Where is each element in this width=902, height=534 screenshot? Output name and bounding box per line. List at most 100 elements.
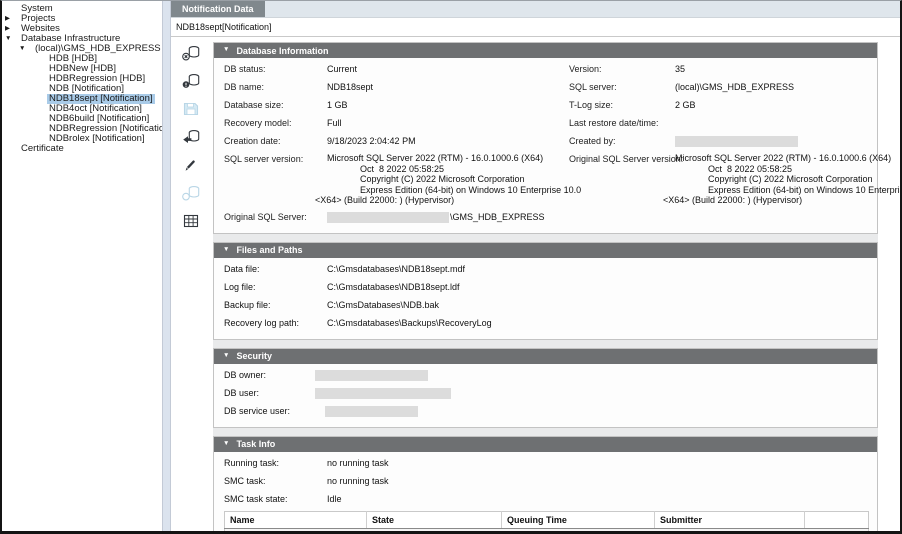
value-line: Oct 8 2022 05:58:25: [708, 164, 900, 175]
column-header-queuing-time[interactable]: Queuing Time: [502, 511, 655, 528]
restore-database-button[interactable]: [180, 129, 202, 149]
redacted-value: [325, 406, 418, 417]
info-row: Recovery model:FullLast restore date/tim…: [224, 117, 869, 130]
redacted-value: [675, 136, 798, 147]
collapse-arrow-icon[interactable]: ▼: [223, 47, 229, 54]
original-sql-server-label: Original SQL Server:: [224, 211, 327, 224]
creation-date-label: Creation date:: [224, 135, 327, 148]
db-owner-label: DB owner:: [224, 369, 315, 382]
info-row: Database size:1 GBT-Log size:2 GB: [224, 99, 869, 112]
collapse-arrow-icon[interactable]: ▼: [19, 44, 33, 54]
table-view-button[interactable]: [180, 213, 202, 233]
value-text: Full: [327, 118, 342, 128]
db-service-user-label: DB service user:: [224, 405, 315, 418]
sql-server-version-multiline-value: Microsoft SQL Server 2022 (RTM) - 16.0.1…: [327, 153, 569, 206]
value-line: Copyright (C) 2022 Microsoft Corporation: [708, 174, 900, 185]
smc-task-state-value: Idle: [327, 493, 869, 506]
database-size-value: 1 GB: [327, 99, 569, 112]
section-title: Security: [236, 351, 272, 361]
save-button: [180, 101, 202, 121]
section-title: Files and Paths: [236, 245, 302, 255]
section-task-info: ▼ Task Info Running task:no running task…: [213, 436, 878, 532]
task-table-row[interactable]: BackupSUCCESSFUL10/3/2023 12:13:17 PMNDB…: [225, 528, 869, 531]
save-icon: [181, 99, 201, 124]
section-header-database-information[interactable]: ▼ Database Information: [214, 43, 877, 58]
value-text: \GMS_HDB_EXPRESS: [450, 212, 545, 222]
security-row: DB owner:: [224, 369, 869, 382]
value-line: Copyright (C) 2022 Microsoft Corporation: [360, 174, 569, 185]
task-table: NameStateQueuing TimeSubmitterBackupSUCC…: [224, 511, 869, 532]
edit-button[interactable]: [180, 157, 202, 177]
db-user-label: DB user:: [224, 387, 315, 400]
log-file-value: C:\Gmsdatabases\NDB18sept.ldf: [327, 281, 869, 294]
task-table-cell: [805, 528, 869, 531]
column-header-submitter[interactable]: Submitter: [655, 511, 805, 528]
file-row: Data file:C:\Gmsdatabases\NDB18sept.mdf: [224, 263, 869, 276]
db-owner-value: [315, 369, 869, 382]
smc-task-value: no running task: [327, 475, 869, 488]
value-text: C:\Gmsdatabases\Backups\RecoveryLog: [327, 318, 492, 328]
detach-database-button: [180, 185, 202, 205]
value-text: C:\GmsDatabases\NDB.bak: [327, 300, 439, 310]
last-restore-date-time-label: Last restore date/time:: [569, 117, 675, 130]
collapse-arrow-icon[interactable]: ▼: [223, 247, 229, 254]
last-restore-date-time-value: [675, 117, 869, 130]
created-by-label: Created by:: [569, 135, 675, 148]
redacted-value: [327, 212, 449, 223]
tree-item-certificate[interactable]: Certificate: [2, 144, 162, 154]
task-field-row: SMC task state:Idle: [224, 493, 869, 506]
task-table-cell: 10/3/2023 12:13:17 PM: [502, 528, 655, 531]
value-text: C:\Gmsdatabases\NDB18sept.ldf: [327, 282, 460, 292]
disconnect-database-icon: [181, 43, 201, 68]
t-log-size-value: 2 GB: [675, 99, 869, 112]
recovery-model-value: Full: [327, 117, 569, 130]
section-header-security[interactable]: ▼ Security: [214, 349, 877, 364]
collapse-arrow-icon[interactable]: ▼: [223, 353, 229, 360]
disconnect-database-button[interactable]: [180, 45, 202, 65]
smc-task-label: SMC task:: [224, 475, 327, 488]
column-header-empty[interactable]: [805, 511, 869, 528]
value-line: <X64> (Build 22000: ) (Hypervisor): [663, 195, 900, 206]
info-row: Creation date:9/18/2023 2:04:42 PMCreate…: [224, 135, 869, 148]
info-row: DB name:NDB18septSQL server:(local)\GMS_…: [224, 81, 869, 94]
task-field-row: SMC task:no running task: [224, 475, 869, 488]
db-service-user-value: [315, 405, 869, 418]
value-line: Microsoft SQL Server 2022 (RTM) - 16.0.1…: [675, 153, 900, 164]
database-size-label: Database size:: [224, 99, 327, 112]
section-header-files-and-paths[interactable]: ▼ Files and Paths: [214, 243, 877, 258]
backup-file-label: Backup file:: [224, 299, 327, 312]
value-text: 35: [675, 64, 685, 74]
collapse-arrow-icon[interactable]: ▼: [223, 441, 229, 448]
main-panel: Notification Data NDB18sept[Notification…: [171, 1, 900, 531]
value-text: NDB18sept: [327, 82, 373, 92]
expand-arrow-icon[interactable]: ▶: [5, 14, 19, 24]
file-row: Log file:C:\Gmsdatabases\NDB18sept.ldf: [224, 281, 869, 294]
edit-icon: [181, 155, 201, 180]
expand-arrow-icon[interactable]: ▶: [5, 24, 19, 34]
recovery-log-path-value: C:\Gmsdatabases\Backups\RecoveryLog: [327, 317, 869, 330]
info-row: SQL server version:Microsoft SQL Server …: [224, 153, 869, 206]
tree-scrollbar[interactable]: [162, 1, 171, 531]
task-table-header-row: NameStateQueuing TimeSubmitter: [225, 511, 869, 528]
collapse-arrow-icon[interactable]: ▼: [5, 34, 19, 44]
sql-server-version-value: Microsoft SQL Server 2022 (RTM) - 16.0.1…: [327, 153, 569, 206]
sql-server-version-label: SQL server version:: [224, 153, 327, 206]
column-header-state[interactable]: State: [367, 511, 502, 528]
column-header-name[interactable]: Name: [225, 511, 367, 528]
file-row: Backup file:C:\GmsDatabases\NDB.bak: [224, 299, 869, 312]
value-text: (local)\GMS_HDB_EXPRESS: [675, 82, 794, 92]
task-table-cell: SUCCESSFUL: [367, 528, 502, 531]
db-user-value: [315, 387, 869, 400]
task-table-cell: NDB Service: [655, 528, 805, 531]
section-title: Task Info: [236, 439, 275, 449]
task-table-cell: Backup: [225, 528, 367, 531]
db-status-value: Current: [327, 63, 569, 76]
sql-server-value: (local)\GMS_HDB_EXPRESS: [675, 81, 869, 94]
security-row: DB user:: [224, 387, 869, 400]
db-name-label: DB name:: [224, 81, 327, 94]
attach-database-button[interactable]: [180, 73, 202, 93]
section-header-task-info[interactable]: ▼ Task Info: [214, 437, 877, 452]
version-value: 35: [675, 63, 869, 76]
tab-notification-data[interactable]: Notification Data: [171, 1, 265, 17]
recovery-log-path-label: Recovery log path:: [224, 317, 327, 330]
